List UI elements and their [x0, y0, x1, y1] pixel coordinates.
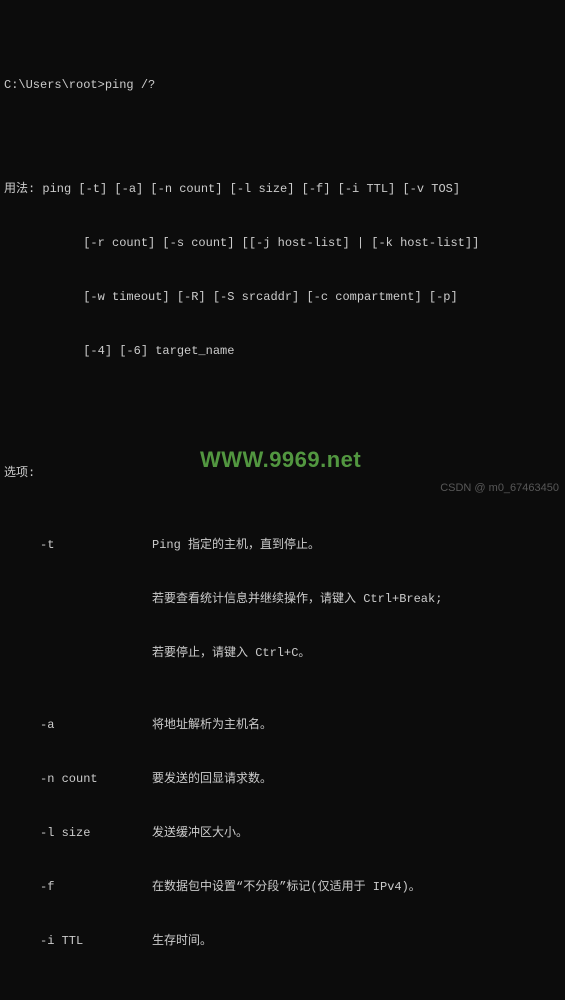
option-flag [4, 644, 152, 662]
option-flag: -i TTL [4, 932, 152, 950]
option-desc: 发送缓冲区大小。 [152, 824, 565, 842]
option-desc: 若要查看统计信息并继续操作，请键入 Ctrl+Break; [152, 590, 565, 608]
usage-line: 用法: ping [-t] [-a] [-n count] [-l size] … [4, 180, 565, 198]
option-desc: 若要停止，请键入 Ctrl+C。 [152, 644, 565, 662]
option-row: -tPing 指定的主机，直到停止。 [4, 536, 565, 554]
option-flag: -f [4, 878, 152, 896]
option-flag [4, 590, 152, 608]
option-flag: -a [4, 716, 152, 734]
option-row: -i TTL生存时间。 [4, 932, 565, 950]
option-row: -l size发送缓冲区大小。 [4, 824, 565, 842]
usage-line: [-4] [-6] target_name [4, 342, 565, 360]
usage-block: 用法: ping [-t] [-a] [-n count] [-l size] … [4, 144, 565, 378]
option-row: -n count要发送的回显请求数。 [4, 770, 565, 788]
option-flag: -n count [4, 770, 152, 788]
options-section: 选项: -tPing 指定的主机，直到停止。 若要查看统计信息并继续操作，请键入… [4, 428, 565, 1000]
option-flag: -t [4, 536, 152, 554]
option-flag: -l size [4, 824, 152, 842]
option-desc: 生存时间。 [152, 932, 565, 950]
watermark-csdn: CSDN @ m0_67463450 [440, 480, 559, 497]
option-row: -f在数据包中设置“不分段”标记(仅适用于 IPv4)。 [4, 878, 565, 896]
option-row: 若要停止，请键入 Ctrl+C。 [4, 644, 565, 662]
command-prompt-line: C:\Users\root>ping /? [4, 76, 565, 94]
option-desc: 将地址解析为主机名。 [152, 716, 565, 734]
watermark-url: WWW.9969.net [200, 443, 361, 476]
option-row: 若要查看统计信息并继续操作，请键入 Ctrl+Break; [4, 590, 565, 608]
usage-line: [-w timeout] [-R] [-S srcaddr] [-c compa… [4, 288, 565, 306]
option-desc: 要发送的回显请求数。 [152, 770, 565, 788]
option-desc: 在数据包中设置“不分段”标记(仅适用于 IPv4)。 [152, 878, 565, 896]
option-desc: Ping 指定的主机，直到停止。 [152, 536, 565, 554]
usage-line: [-r count] [-s count] [[-j host-list] | … [4, 234, 565, 252]
option-row: -a将地址解析为主机名。 [4, 716, 565, 734]
